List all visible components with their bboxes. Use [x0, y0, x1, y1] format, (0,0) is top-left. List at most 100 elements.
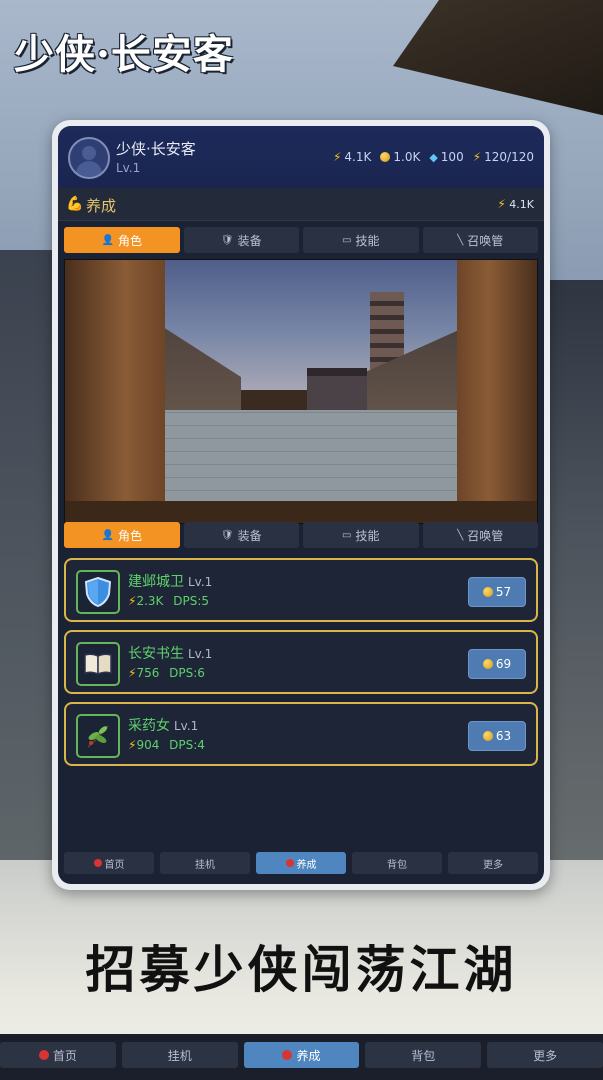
recruit-button[interactable]: 63	[468, 721, 526, 751]
hero-power: 904	[136, 738, 160, 752]
nav-cultivate[interactable]: 养成	[256, 852, 346, 874]
nav-label: 养成	[296, 859, 317, 871]
nav-label: 更多	[483, 859, 503, 871]
tab-skills[interactable]: ▭ 技能	[303, 227, 419, 253]
coin-icon	[482, 587, 493, 597]
hero-stats: ⚡756 DPS:6	[128, 666, 205, 680]
recruit-price: 57	[495, 585, 512, 599]
tab-label: 召唤管	[467, 528, 504, 543]
coin-icon	[482, 731, 493, 741]
hero-card[interactable]: 采药女 Lv.1 ⚡904 DPS:4 63	[64, 702, 538, 766]
hero-portrait	[76, 642, 120, 686]
hero-portrait	[76, 570, 120, 614]
tab-character[interactable]: 👤 角色	[64, 227, 180, 253]
tab-label: 装备	[237, 233, 262, 248]
coin-value: 1.0K	[393, 150, 421, 164]
hero-card[interactable]: 长安书生 Lv.1 ⚡756 DPS:6 69	[64, 630, 538, 694]
bottom-nav: 首页 挂机 养成 背包 更多	[0, 1034, 603, 1080]
hero-name: 建邺城卫	[128, 574, 184, 590]
game-logo: 少侠·长安客	[14, 31, 234, 78]
nav-home[interactable]: 首页	[64, 852, 154, 874]
inner-bottom-nav: 首页 挂机 养成 背包 更多	[64, 852, 538, 874]
nav-bag[interactable]: 背包	[365, 1042, 482, 1068]
hero-level: Lv.1	[188, 575, 213, 589]
scene-door-left	[65, 260, 165, 523]
notification-dot-icon	[93, 859, 102, 867]
tab-summon[interactable]: ╲ 召唤管	[422, 227, 538, 253]
nav-idle[interactable]: 挂机	[121, 1042, 238, 1068]
nav-idle[interactable]: 挂机	[160, 852, 250, 874]
coin-icon	[482, 659, 493, 669]
player-level: Lv.1	[116, 161, 141, 175]
nav-home[interactable]: 首页	[0, 1042, 116, 1068]
scene-door-right	[457, 260, 537, 523]
recruit-button[interactable]: 57	[468, 577, 526, 607]
tab-equipment[interactable]: 🛡 装备	[183, 227, 299, 253]
tab-skills[interactable]: ▭ 技能	[303, 522, 419, 548]
player-name: 少侠·长安客	[116, 140, 196, 158]
tab-summon[interactable]: ╲ 召唤管	[422, 522, 538, 548]
hero-portrait	[76, 714, 120, 758]
person-icon: 👤	[101, 234, 114, 246]
energy-value: 4.1K	[344, 150, 372, 164]
section-header: 💪 养成 ⚡ 4.1K	[58, 188, 544, 221]
hero-power: 2.3K	[136, 594, 164, 608]
nav-label: 首页	[104, 859, 125, 871]
section-energy: ⚡ 4.1K	[497, 197, 534, 211]
person-icon: 👤	[101, 529, 114, 541]
nav-label: 养成	[296, 1048, 321, 1063]
scroll-icon: ▭	[342, 529, 352, 541]
hero-name-row: 采药女 Lv.1	[128, 715, 198, 735]
stamina-value: 120/120	[484, 150, 534, 164]
herb-icon	[87, 725, 109, 748]
tab-character[interactable]: 👤 角色	[64, 522, 180, 548]
game-screen: 少侠·长安客 Lv.1 ⚡ 4.1K 1.0K ◆ 100 ⚡ 120/120	[58, 126, 544, 884]
recruit-button[interactable]: 69	[468, 649, 526, 679]
phone-frame: 少侠·长安客 Lv.1 ⚡ 4.1K 1.0K ◆ 100 ⚡ 120/120	[52, 120, 550, 890]
nav-label: 背包	[387, 859, 407, 871]
hero-dps: DPS:5	[173, 594, 209, 608]
tab-label: 装备	[237, 528, 262, 543]
gem-value: 100	[440, 150, 464, 164]
hero-level: Lv.1	[188, 647, 213, 661]
nav-label: 更多	[533, 1048, 558, 1063]
flute-icon: ╲	[457, 529, 464, 541]
lightning-icon: ⚡	[497, 197, 506, 211]
tab-label: 技能	[355, 528, 380, 543]
lightning-icon: ⚡	[472, 150, 482, 164]
nav-label: 挂机	[195, 859, 215, 871]
nav-bag[interactable]: 背包	[352, 852, 442, 874]
avatar-body-icon	[76, 161, 102, 177]
hero-name-row: 建邺城卫 Lv.1	[128, 571, 212, 591]
scene-courtyard	[121, 410, 481, 503]
shield-icon: 🛡	[220, 234, 234, 246]
tab-bar-bottom: 👤 角色 🛡 装备 ▭ 技能 ╲ 召唤管	[64, 522, 538, 548]
resource-bar: ⚡ 4.1K 1.0K ◆ 100 ⚡ 120/120	[333, 150, 534, 164]
nav-more[interactable]: 更多	[448, 852, 538, 874]
player-topbar: 少侠·长安客 Lv.1 ⚡ 4.1K 1.0K ◆ 100 ⚡ 120/120	[58, 126, 544, 189]
stamina-resource: ⚡ 120/120	[473, 150, 534, 164]
promo-slogan: 招募少侠闯荡江湖	[85, 940, 518, 999]
shield-icon	[85, 577, 111, 607]
hero-stats: ⚡904 DPS:4	[128, 738, 205, 752]
tab-equipment[interactable]: 🛡 装备	[183, 522, 299, 548]
book-icon	[84, 653, 112, 676]
flute-icon: ╲	[457, 234, 464, 246]
recruit-price: 69	[495, 657, 512, 671]
nav-more[interactable]: 更多	[487, 1042, 603, 1068]
player-avatar[interactable]	[68, 137, 110, 179]
hero-name: 采药女	[128, 718, 170, 734]
tab-label: 技能	[355, 233, 380, 248]
scroll-icon: ▭	[342, 234, 352, 246]
nav-label: 背包	[411, 1048, 436, 1063]
hero-power: 756	[136, 666, 160, 680]
hero-card[interactable]: 建邺城卫 Lv.1 ⚡2.3K DPS:5 57	[64, 558, 538, 622]
hero-list: 建邺城卫 Lv.1 ⚡2.3K DPS:5 57 长安书生 Lv.1 ⚡756 …	[64, 558, 538, 774]
gem-resource: ◆ 100	[429, 150, 463, 164]
section-title: 养成	[86, 197, 117, 215]
shield-icon: 🛡	[220, 529, 234, 541]
nav-cultivate[interactable]: 养成	[243, 1042, 360, 1068]
notification-dot-icon	[282, 1050, 293, 1060]
diamond-icon: ◆	[429, 150, 438, 164]
scene-sill	[65, 501, 537, 523]
